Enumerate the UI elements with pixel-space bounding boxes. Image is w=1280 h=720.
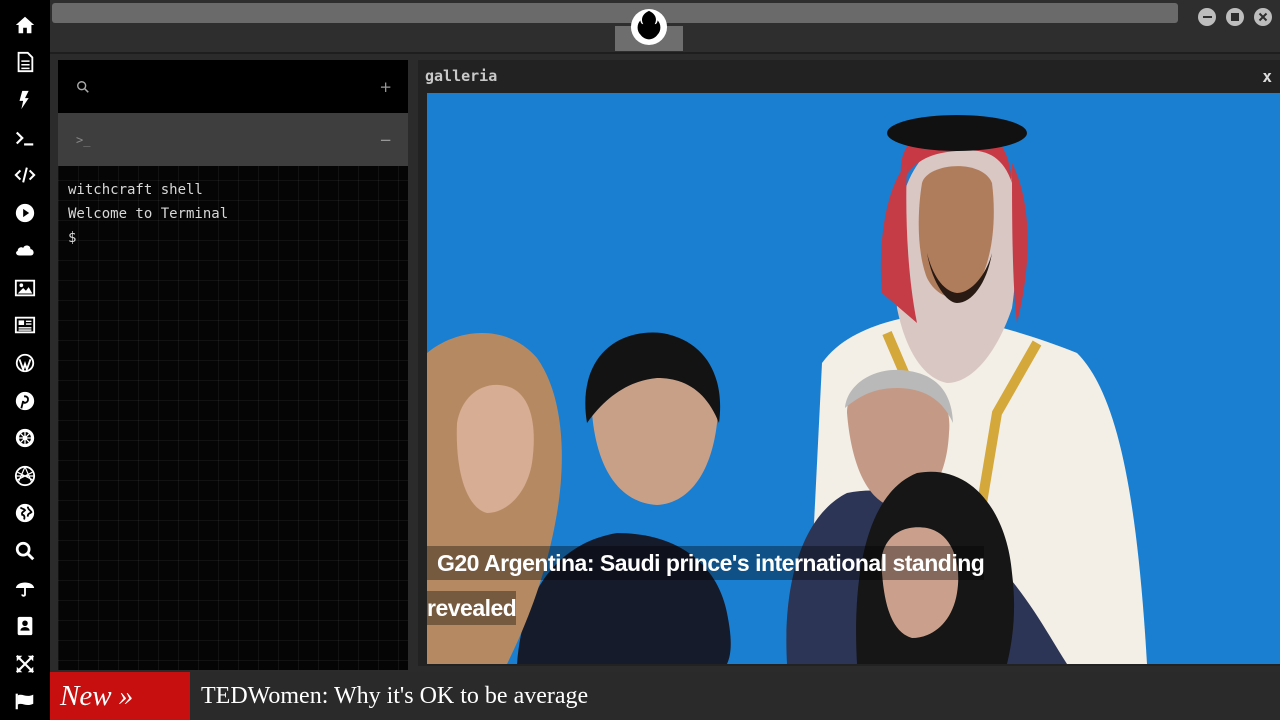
dock-media[interactable] [0,194,50,232]
globe-icon [15,504,35,523]
flag-icon [15,693,34,710]
dock-cloud[interactable] [0,231,50,269]
address-bar[interactable] [52,3,1178,23]
window-controls [1198,8,1272,26]
terminal-tab[interactable]: >_ − [58,113,408,166]
pinterest-icon [15,391,35,410]
minimize-button[interactable] [1198,8,1216,26]
dock-flash[interactable] [0,81,50,119]
cloud-icon [16,245,34,256]
dock-code[interactable] [0,156,50,194]
news-ticker: New » TEDWomen: Why it's OK to be averag… [50,672,1280,720]
dock-news[interactable] [0,307,50,345]
search-icon [77,80,89,93]
top-bar [50,0,1280,54]
maximize-icon [1231,13,1239,21]
dock-flag[interactable] [0,682,50,720]
ticker-headline[interactable]: TEDWomen: Why it's OK to be average [190,683,588,710]
desktop: + >_ − witchcraft shell Welcome to Termi… [0,0,1280,720]
terminal-tab-prompt: >_ [76,132,91,147]
galleria-photo[interactable]: G20 Argentina: Saudi prince's internatio… [427,93,1280,664]
dock-pinterest[interactable] [0,382,50,420]
umbrella-icon [15,582,35,598]
lightning-icon [19,90,29,110]
dock-weather[interactable] [0,570,50,608]
dock-contacts[interactable] [0,607,50,645]
code-icon [14,167,36,183]
galleria-title: galleria [425,67,498,85]
close-button[interactable] [1254,8,1272,26]
caption-line-1: G20 Argentina: Saudi prince's internatio… [427,546,985,580]
terminal-output[interactable]: witchcraft shell Welcome to Terminal $ [58,166,408,262]
dock-fullscreen[interactable] [0,645,50,683]
logo[interactable] [629,7,669,47]
globe-wire-icon [14,465,36,486]
maximize-button[interactable] [1226,8,1244,26]
add-terminal-button[interactable]: + [379,78,392,96]
dock-settings[interactable] [0,419,50,457]
galleria-close-button[interactable]: x [1262,67,1272,86]
wordpress-icon [15,353,35,373]
dock-world[interactable] [0,495,50,533]
app-dock [0,0,50,720]
document-icon [17,52,34,73]
collapse-terminal-button[interactable]: − [379,131,392,149]
dock-terminal[interactable] [0,119,50,157]
minimize-icon [1202,16,1212,18]
close-icon [1258,12,1268,22]
dock-home[interactable] [0,6,50,44]
dock-network[interactable] [0,457,50,495]
dock-gallery[interactable] [0,269,50,307]
terminal-line: witchcraft shell [68,182,203,198]
galleria-header: galleria x [418,60,1280,92]
terminal-icon [15,131,34,146]
newspaper-icon [14,317,36,334]
caption-line-2: revealed [427,591,517,625]
rebel-alliance-icon [630,8,668,46]
play-icon [15,203,35,222]
galleria-panel: galleria x G20 Argentina: Saudi prince's… [418,60,1280,666]
settings-wheel-icon [15,428,35,448]
expand-icon [15,654,35,673]
photo-caption: G20 Argentina: Saudi prince's internatio… [427,541,1017,631]
ticker-badge: New » [50,672,190,720]
terminal-panel: + >_ − witchcraft shell Welcome to Termi… [58,60,408,670]
image-icon [14,279,36,297]
dock-search[interactable] [0,532,50,570]
terminal-prompt: $ [68,230,77,246]
search-icon [15,541,35,561]
dock-documents[interactable] [0,44,50,82]
terminal-line: Welcome to Terminal [68,206,229,222]
dock-wordpress[interactable] [0,344,50,382]
home-icon [15,16,35,34]
contacts-icon [17,616,33,636]
terminal-search-bar[interactable]: + [58,60,408,113]
